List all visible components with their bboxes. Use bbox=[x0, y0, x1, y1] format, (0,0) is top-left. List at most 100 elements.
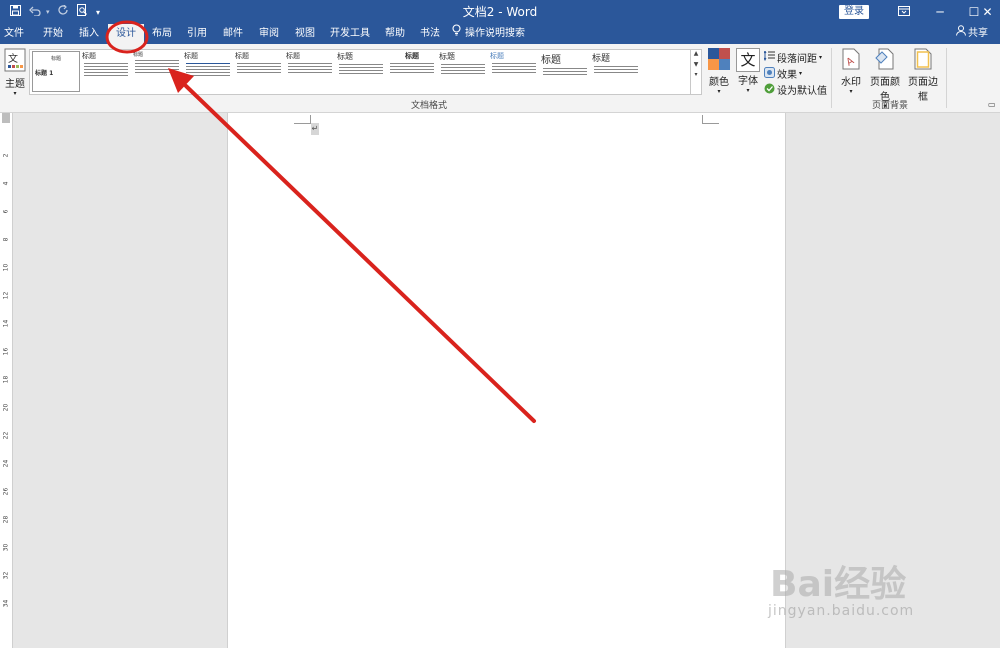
style-thumb[interactable]: 标题 bbox=[184, 51, 232, 92]
redo-icon[interactable] bbox=[54, 4, 72, 20]
close-icon[interactable]: ✕ bbox=[975, 0, 1000, 24]
ruler-margin-shade bbox=[2, 113, 10, 123]
paragraph-spacing-dropdown-icon: ▾ bbox=[819, 54, 823, 61]
ruler-number: 14 bbox=[2, 319, 10, 328]
font-glyph-icon: 文 bbox=[736, 48, 760, 72]
style-thumb[interactable]: 标题 bbox=[541, 51, 589, 92]
style-thumb[interactable]: 标题 bbox=[337, 51, 385, 92]
style-thumb[interactable]: 标题 bbox=[388, 51, 436, 92]
effects-label: 效果 bbox=[777, 70, 797, 81]
quick-access-toolbar: ▾ ▾ bbox=[6, 0, 104, 24]
paragraph-spacing-button[interactable]: 段落间距 ▾ bbox=[763, 49, 823, 65]
style-thumb-title: 标题 bbox=[235, 52, 249, 60]
document-page[interactable]: ↵ bbox=[227, 113, 786, 648]
vertical-ruler: 2 4 6 8 10 12 14 16 18 20 22 24 26 28 30… bbox=[0, 113, 13, 648]
fonts-label: 字体 bbox=[738, 76, 758, 87]
style-thumb-title: 标题 bbox=[439, 52, 455, 61]
checkmark-icon bbox=[764, 83, 775, 97]
paragraph-spacing-icon bbox=[763, 49, 775, 64]
watermark-icon: A bbox=[838, 48, 864, 73]
undo-icon[interactable] bbox=[24, 5, 46, 20]
ribbon-tab-bar: 文件 开始 插入 设计 布局 引用 邮件 审阅 视图 开发工具 帮助 书法 操作… bbox=[0, 24, 1000, 44]
scroll-up-icon[interactable]: ▲ bbox=[691, 50, 701, 57]
style-thumb-title: 标题 bbox=[133, 52, 144, 58]
page-borders-button[interactable]: 页面边框 bbox=[904, 48, 942, 103]
style-thumb-title: 标题 bbox=[337, 52, 353, 61]
tab-references[interactable]: 引用 bbox=[181, 24, 213, 44]
save-icon[interactable] bbox=[6, 4, 24, 20]
tab-file[interactable]: 文件 bbox=[0, 24, 28, 44]
tab-review[interactable]: 审阅 bbox=[252, 24, 286, 44]
tab-help[interactable]: 帮助 bbox=[378, 24, 412, 44]
print-preview-icon[interactable] bbox=[72, 4, 92, 20]
style-thumb-default[interactable]: 标题 标题 1 bbox=[32, 51, 80, 92]
ruler-number: 12 bbox=[2, 291, 10, 300]
ruler-number: 22 bbox=[2, 431, 10, 440]
themes-button[interactable]: 文 主题 ▾ bbox=[2, 48, 28, 97]
tab-calligraphy[interactable]: 书法 bbox=[414, 24, 446, 44]
watermark-button[interactable]: A 水印 ▾ bbox=[838, 48, 864, 95]
colors-label: 颜色 bbox=[709, 77, 729, 88]
customize-qat-icon[interactable]: ▾ bbox=[92, 8, 104, 17]
style-thumb[interactable]: 标题 bbox=[592, 51, 640, 92]
tab-view[interactable]: 视图 bbox=[288, 24, 322, 44]
style-thumb-title: 标题 bbox=[592, 54, 611, 64]
page-borders-icon bbox=[904, 48, 942, 73]
ribbon-design: 文 主题 ▾ 标题 标题 1 标题 标题 标题 标题 标题 标题 标题 标题 标… bbox=[0, 44, 1000, 113]
style-thumb-title: 标题 bbox=[490, 52, 504, 60]
tab-developer[interactable]: 开发工具 bbox=[324, 24, 376, 44]
effects-icon bbox=[764, 66, 775, 81]
tab-insert[interactable]: 插入 bbox=[72, 24, 106, 44]
dropdown-icon[interactable]: ▾ bbox=[46, 8, 54, 16]
group-label-document-formatting: 文档格式 bbox=[410, 101, 447, 111]
fonts-dropdown-icon: ▾ bbox=[746, 87, 750, 94]
ruler-number: 30 bbox=[2, 543, 10, 552]
ruler-number: 26 bbox=[2, 487, 10, 496]
ribbon-display-options-icon[interactable] bbox=[886, 0, 922, 24]
themes-dropdown-icon: ▾ bbox=[13, 90, 17, 97]
collapse-ribbon-icon[interactable]: ▭ bbox=[988, 100, 996, 109]
style-thumb[interactable]: 标题 bbox=[439, 51, 487, 92]
ruler-number: 16 bbox=[2, 347, 10, 356]
share-label: 共享 bbox=[968, 28, 988, 39]
minimize-icon[interactable]: ─ bbox=[922, 0, 958, 24]
style-thumb[interactable]: 标题 bbox=[286, 51, 334, 92]
colors-button[interactable]: 颜色 ▾ bbox=[706, 48, 732, 95]
login-button[interactable]: 登录 bbox=[839, 5, 869, 19]
style-thumb-title: 标题 bbox=[82, 52, 96, 60]
tab-design[interactable]: 设计 bbox=[108, 24, 144, 44]
gallery-scroll[interactable]: ▲ ▼ ▾ bbox=[690, 49, 702, 95]
ruler-number: 6 bbox=[2, 209, 10, 214]
paragraph-mark-icon[interactable]: ↵ bbox=[311, 123, 319, 135]
style-thumb-title: 标题 bbox=[541, 55, 561, 66]
tab-mailings[interactable]: 邮件 bbox=[216, 24, 250, 44]
ruler-number: 28 bbox=[2, 515, 10, 524]
page-color-icon bbox=[866, 48, 904, 73]
style-thumb[interactable]: 标题 bbox=[82, 51, 130, 92]
scroll-down-icon[interactable]: ▼ bbox=[691, 61, 701, 68]
gallery-more-icon[interactable]: ▾ bbox=[691, 71, 701, 78]
style-thumb-title: 标题 bbox=[184, 52, 198, 60]
colors-dropdown-icon: ▾ bbox=[717, 88, 721, 95]
margin-corner-mark bbox=[294, 115, 311, 124]
set-as-default-button[interactable]: 设为默认值 bbox=[764, 82, 827, 97]
style-thumb[interactable]: 标题 bbox=[490, 51, 538, 92]
share-button[interactable]: 共享 bbox=[956, 24, 996, 44]
ruler-number: 24 bbox=[2, 459, 10, 468]
effects-button[interactable]: 效果 ▾ bbox=[764, 66, 802, 81]
group-separator bbox=[831, 48, 832, 108]
style-thumb[interactable]: 标题 bbox=[133, 51, 181, 92]
tell-me-label: 操作说明搜索 bbox=[465, 28, 525, 39]
ruler-number: 34 bbox=[2, 599, 10, 608]
tell-me-search[interactable]: 操作说明搜索 bbox=[452, 24, 536, 44]
fonts-button[interactable]: 文 字体 ▾ bbox=[735, 48, 761, 94]
style-thumb[interactable]: 标题 bbox=[235, 51, 283, 92]
effects-dropdown-icon: ▾ bbox=[799, 70, 803, 77]
ruler-number: 10 bbox=[2, 263, 10, 272]
person-icon bbox=[956, 24, 966, 44]
tab-layout[interactable]: 布局 bbox=[146, 24, 178, 44]
tab-home[interactable]: 开始 bbox=[36, 24, 70, 44]
lightbulb-icon bbox=[452, 24, 461, 44]
watermark-url: jingyan.baidu.com bbox=[768, 603, 915, 619]
style-thumb-title: 标题 bbox=[286, 52, 300, 60]
